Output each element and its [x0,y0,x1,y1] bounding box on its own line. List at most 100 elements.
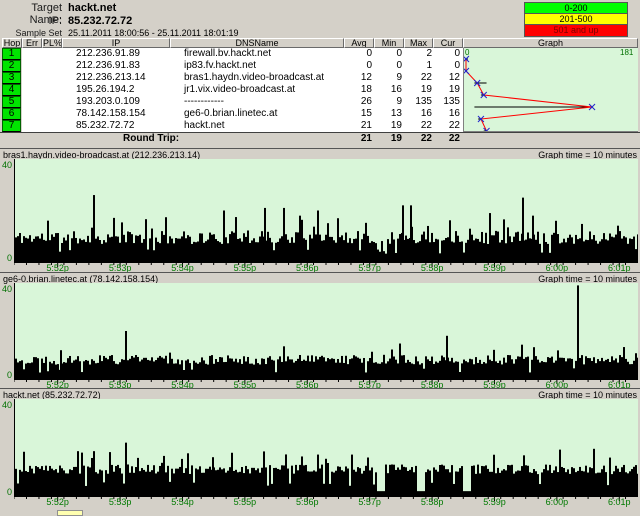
hop-avg: 0 [344,48,372,60]
hop-min: 19 [374,120,402,132]
hop-max: 2 [404,48,432,60]
route-graph-min-label: 0 [465,48,469,57]
timeline3-ymin: 0 [0,487,12,497]
column-header-pl%: PL% [42,38,62,48]
hop-min: 0 [374,60,402,72]
round-trip-min: 19 [374,133,402,145]
hop-avg: 15 [344,108,372,120]
hop-max: 22 [404,72,432,84]
time-tick-label: 5:52p [38,498,78,507]
hop-avg: 18 [344,84,372,96]
route-graph-panel [463,48,638,132]
hop-max: 16 [404,108,432,120]
timeline1-header: bras1.haydn.video-broadcast.at (212.236.… [0,148,640,159]
hop-ip: 212.236.213.14 [76,72,176,84]
ip-label: IP: [0,15,62,27]
timeline3-header: hackt.net (85.232.72.72) Graph time = 10… [0,388,640,399]
hop-avg: 0 [344,60,372,72]
legend-range-0: 0-200 [525,3,627,14]
hop-cur: 22 [432,120,460,132]
hop-dnsname: ip83.fv.hackt.net [184,60,354,72]
hop-dnsname: firewall.bv.hackt.net [184,48,354,60]
column-header-ip: IP [62,38,170,48]
hop-dnsname: bras1.haydn.video-broadcast.at [184,72,354,84]
hop-dnsname: ge6-0.brian.linetec.at [184,108,354,120]
column-header-max: Max [404,38,433,48]
time-tick-label: 6:01p [599,498,639,507]
timeline3-axis: 5:52p 5:53p 5:54p 5:55p 5:56p 5:57p 5:58p 5:59p… [14,497,638,507]
hop-number-button[interactable]: 1 [2,48,21,60]
hop-max: 19 [404,84,432,96]
hop-cur: 16 [432,108,460,120]
hop-min: 9 [374,96,402,108]
hop-ip: 212.236.91.83 [76,60,176,72]
hop-min: 0 [374,48,402,60]
timeline1-ymax: 40 [0,160,12,170]
legend-range-2: 501 and up [525,25,627,36]
time-tick-label: 5:53p [100,498,140,507]
column-header-cur: Cur [433,38,463,48]
time-tick-label: 5:59p [474,498,514,507]
time-tick-label: 5:56p [287,498,327,507]
column-header-dnsname: DNSName [170,38,344,48]
round-trip-max: 22 [404,133,432,145]
hop-cur: 0 [432,48,460,60]
time-tick-label: 5:54p [162,498,202,507]
hop-ip: 212.236.91.89 [76,48,176,60]
hop-number-button[interactable]: 5 [2,96,21,108]
column-header-min: Min [374,38,404,48]
hop-number-button[interactable]: 4 [2,84,21,96]
time-tick-label: 6:00p [537,498,577,507]
timeline1-plot [14,159,638,263]
hop-max: 135 [404,96,432,108]
hop-cur: 135 [432,96,460,108]
timeline1-axis: 5:52p5:53p5:54p5:55p5:56p5:57p5:58p5:59p… [14,263,638,272]
hop-cur: 12 [432,72,460,84]
hop-dnsname: hackt.net [184,120,354,132]
timeline2-ymax: 40 [0,284,12,294]
column-header-err: Err [22,38,42,48]
hop-max: 22 [404,120,432,132]
hop-avg: 21 [344,120,372,132]
time-tick-label: 5:58p [412,498,452,507]
timeline1-ymin: 0 [0,253,12,263]
pingplotter-window: Target Name: hackt.net IP: 85.232.72.72 … [0,0,640,516]
timeline3-ymax: 40 [0,400,12,410]
legend-range-1: 201-500 [525,14,627,25]
timeline1-bars-svg [15,159,638,262]
time-tick-label: 5:55p [225,498,265,507]
column-header-hop: Hop [2,38,22,48]
bottom-artifact [57,510,83,516]
hop-min: 16 [374,84,402,96]
hop-number-button[interactable]: 6 [2,108,21,120]
hop-ip: 85.232.72.72 [76,120,176,132]
column-header-graph: Graph [463,38,638,48]
hop-dnsname: ------------ [184,96,354,108]
hop-ip: 78.142.158.154 [76,108,176,120]
ip-value: 85.232.72.72 [68,15,132,27]
color-legend: 0-200201-500501 and up [524,2,628,37]
round-trip-label: Round Trip: [123,133,179,145]
hop-min: 9 [374,72,402,84]
round-trip-avg: 21 [344,133,372,145]
hop-cur: 0 [432,60,460,72]
timeline3-bars-svg [15,399,638,496]
column-header-avg: Avg [344,38,374,48]
hop-min: 13 [374,108,402,120]
hop-number-button[interactable]: 2 [2,60,21,72]
route-graph-max-label: 181 [620,48,633,57]
hop-number-button[interactable]: 7 [2,120,21,132]
hop-number-button[interactable]: 3 [2,72,21,84]
hop-ip: 195.26.194.2 [76,84,176,96]
hop-cur: 19 [432,84,460,96]
hop-ip: 193.203.0.109 [76,96,176,108]
hop-avg: 12 [344,72,372,84]
round-trip-cur: 22 [432,133,460,145]
hop-max: 1 [404,60,432,72]
hop-avg: 26 [344,96,372,108]
timeline2-plot [14,283,638,380]
timeline2-header: ge6-0.brian.linetec.at (78.142.158.154) … [0,272,640,283]
hop-dnsname: jr1.vix.video-broadcast.at [184,84,354,96]
round-trip-row: Round Trip: 21 19 22 22 [0,132,640,145]
time-tick-label: 5:57p [350,498,390,507]
